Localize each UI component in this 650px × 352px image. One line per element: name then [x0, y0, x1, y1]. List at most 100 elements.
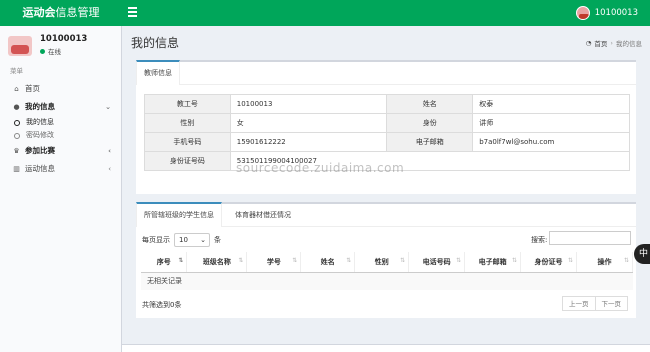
- column-header[interactable]: 姓名 ⇅: [300, 252, 356, 273]
- profile-tabs: 教师信息: [136, 60, 636, 85]
- page-size-suffix: 条: [214, 236, 221, 244]
- value-cell: 权泰: [472, 94, 630, 114]
- column-header[interactable]: 电话号码 ⇅: [408, 252, 466, 273]
- user-menu[interactable]: 10100013: [575, 5, 638, 21]
- sidebar-subitem-label: 密码修改: [26, 131, 54, 139]
- table-row: 教工号 10100013 姓名 权泰: [144, 94, 630, 114]
- students-tabs: 所管辖班级的学生信息 体育器材借还情况: [136, 202, 636, 227]
- user-icon: ●: [13, 103, 20, 111]
- sort-icon: ⇅: [567, 257, 574, 264]
- next-page-button[interactable]: 下一页: [595, 296, 628, 311]
- language-badge[interactable]: 中: [634, 244, 650, 264]
- label-cell: 身份: [386, 113, 474, 133]
- search-label: 搜索:: [531, 236, 548, 244]
- column-header[interactable]: 操作 ⇅: [576, 252, 633, 273]
- sort-icon: ⇅: [400, 257, 406, 264]
- sidebar-menu: ⌂ 首页 ● 我的信息 ⌄ 我的信息 密码修改 ♛ 参加比赛 ‹ ▥ 运动信息 …: [0, 80, 121, 178]
- breadcrumb-home[interactable]: 首页: [594, 38, 607, 48]
- sidebar-item-home[interactable]: ⌂ 首页: [0, 80, 121, 98]
- tab-teacher-info[interactable]: 教师信息: [136, 60, 180, 85]
- label-cell: 身份证号码: [144, 151, 231, 171]
- sidebar-item-my-info[interactable]: ● 我的信息 ⌄: [0, 98, 121, 116]
- sidebar-subitem-my-info[interactable]: 我的信息: [0, 116, 121, 129]
- students-box: 所管辖班级的学生信息 体育器材借还情况 每页显示 10 ⌄ 条 搜索: 序号 ⇅ …: [136, 202, 636, 318]
- sidebar-username: 10100013: [40, 34, 88, 44]
- empty-message: 无相关记录: [141, 272, 633, 290]
- user-status: 在线: [40, 46, 61, 56]
- sidebar-item-label: 参加比赛: [25, 146, 55, 155]
- page-title: 我的信息: [131, 36, 180, 50]
- breadcrumb: ◔ 首页 › 我的信息: [586, 38, 642, 48]
- watermark: sourcecode.zuidaima.com: [236, 161, 405, 175]
- profile-table: 教工号 10100013 姓名 权泰 性别 女 身份 讲师 手机号码 15901…: [144, 94, 631, 171]
- chevron-down-icon: ⌄: [200, 236, 206, 244]
- sort-icon: ⇅: [456, 257, 462, 264]
- column-header[interactable]: 电子邮箱 ⇅: [464, 252, 522, 273]
- sidebar-item-label: 首页: [25, 84, 40, 93]
- sidebar-item-label: 我的信息: [25, 102, 55, 111]
- avatar: [575, 6, 590, 20]
- table-header-row: 序号 ⇅ 班级名称 ⇅ 学号 ⇅ 姓名 ⇅ 性别 ⇅ 电话号码 ⇅ 电子邮箱 ⇅ 身份证号 ⇅ …: [141, 252, 633, 273]
- label-cell: 手机号码: [144, 132, 231, 152]
- app-logo[interactable]: 运动会信息管理: [0, 0, 122, 26]
- column-header[interactable]: 班级名称 ⇅: [186, 252, 248, 273]
- logo-rest: 信息管理: [55, 6, 100, 19]
- user-panel: 10100013 在线: [0, 26, 121, 64]
- footer-bar: [122, 344, 650, 352]
- top-header: 运动会信息管理 10100013: [0, 0, 650, 26]
- label-cell: 姓名: [386, 94, 474, 114]
- column-header[interactable]: 学号 ⇅: [246, 252, 302, 273]
- avatar: [8, 36, 32, 56]
- sort-icon: ⇅: [623, 257, 629, 264]
- page-size-value: 10: [179, 236, 188, 244]
- home-icon: ⌂: [14, 85, 19, 93]
- trophy-icon: ♛: [13, 147, 20, 155]
- tab-students[interactable]: 所管辖班级的学生信息: [136, 202, 222, 227]
- sort-icon: ⇅: [292, 257, 298, 264]
- value-cell: 10100013: [229, 94, 388, 114]
- students-table: 序号 ⇅ 班级名称 ⇅ 学号 ⇅ 姓名 ⇅ 性别 ⇅ 电话号码 ⇅ 电子邮箱 ⇅ 身份证号 ⇅ …: [141, 252, 633, 290]
- page-size-select[interactable]: 10 ⌄: [174, 233, 210, 247]
- logo-bold: 运动会: [22, 6, 56, 19]
- table-summary: 共筛选到0条: [142, 301, 182, 309]
- sidebar-item-sports-info[interactable]: ▥ 运动信息 ‹: [0, 160, 121, 178]
- menu-header: 菜单: [10, 67, 23, 75]
- sort-icon: ⇅: [346, 257, 352, 264]
- chevron-left-icon: ‹: [108, 165, 111, 173]
- bar-chart-icon: ▥: [13, 165, 20, 173]
- search-input[interactable]: [549, 231, 631, 245]
- column-header[interactable]: 序号 ⇅: [141, 252, 188, 273]
- sort-icon: ⇅: [178, 257, 184, 264]
- label-cell: 教工号: [144, 94, 231, 114]
- pagination: 上一页 下一页: [562, 296, 628, 311]
- page-size-prefix: 每页显示: [142, 236, 170, 244]
- column-header[interactable]: 身份证号 ⇅: [520, 252, 578, 273]
- breadcrumb-current: 我的信息: [616, 40, 642, 48]
- label-cell: 性别: [144, 113, 231, 133]
- dashboard-icon: ◔: [585, 39, 592, 47]
- sidebar-item-join-game[interactable]: ♛ 参加比赛 ‹: [0, 142, 121, 160]
- sidebar-subitem-password[interactable]: 密码修改: [0, 129, 121, 142]
- value-cell: b7a0lf7wl@sohu.com: [472, 132, 630, 152]
- chevron-down-icon: ⌄: [105, 103, 111, 111]
- sidebar-subitem-label: 我的信息: [26, 118, 54, 126]
- status-text: 在线: [48, 48, 61, 56]
- table-row: 手机号码 15901612222 电子邮箱 b7a0lf7wl@sohu.com: [144, 132, 630, 152]
- chevron-left-icon: ‹: [108, 147, 111, 155]
- prev-page-button[interactable]: 上一页: [562, 296, 596, 311]
- tab-equipment[interactable]: 体育器材借还情况: [228, 204, 298, 227]
- header-username: 10100013: [594, 8, 638, 18]
- sidebar-toggle-icon[interactable]: [128, 7, 137, 19]
- sidebar: 10100013 在线 菜单 ⌂ 首页 ● 我的信息 ⌄ 我的信息 密码修改 ♛…: [0, 26, 122, 352]
- value-cell: 15901612222: [229, 132, 388, 152]
- breadcrumb-separator: ›: [610, 39, 613, 47]
- page-size-control: 每页显示 10 ⌄ 条: [142, 233, 221, 247]
- circle-icon: [14, 132, 20, 139]
- sort-icon: ⇅: [238, 257, 244, 264]
- sidebar-item-label: 运动信息: [25, 164, 55, 173]
- online-dot-icon: [40, 48, 45, 54]
- sort-icon: ⇅: [512, 257, 518, 264]
- table-row: 无相关记录: [141, 272, 633, 290]
- table-row: 性别 女 身份 讲师: [144, 113, 630, 133]
- column-header[interactable]: 性别 ⇅: [354, 252, 410, 273]
